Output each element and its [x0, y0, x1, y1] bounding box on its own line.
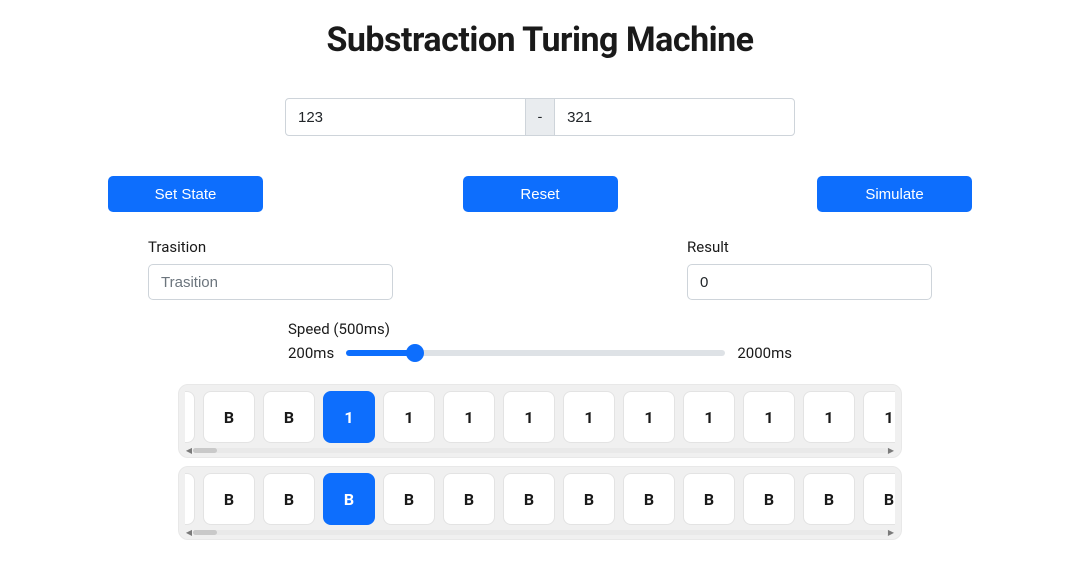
tape-cell: B [263, 473, 315, 525]
tape-cell: 1 [443, 391, 495, 443]
tape-cell: B [323, 473, 375, 525]
speed-label: Speed (500ms) [288, 320, 792, 338]
tape-1: BB1111111111◀▶ [178, 384, 902, 458]
scrollbar-track[interactable] [193, 530, 887, 535]
action-button-row: Set State Reset Simulate [108, 176, 972, 212]
first-operand-input[interactable] [285, 98, 526, 136]
tape-cell: B [203, 473, 255, 525]
transition-label: Trasition [148, 238, 393, 256]
scroll-left-icon[interactable]: ◀ [185, 446, 193, 455]
reset-button[interactable]: Reset [463, 176, 618, 212]
scrollbar-thumb[interactable] [193, 448, 217, 453]
tape-cell: 1 [503, 391, 555, 443]
tape-cell: 1 [743, 391, 795, 443]
tape-cell: B [743, 473, 795, 525]
tape-cell: B [683, 473, 735, 525]
transition-field: Trasition [148, 238, 393, 300]
speed-block: Speed (500ms) 200ms 2000ms [108, 320, 972, 376]
tape-cell-edge [185, 473, 195, 525]
simulate-button[interactable]: Simulate [817, 176, 972, 212]
tape-cell: 1 [383, 391, 435, 443]
speed-max-label: 2000ms [737, 344, 792, 362]
set-state-button[interactable]: Set State [108, 176, 263, 212]
tape-2-cells[interactable]: BBBBBBBBBBBB [185, 473, 895, 525]
tape-cell-edge [185, 391, 195, 443]
scroll-right-icon[interactable]: ▶ [887, 446, 895, 455]
tape-1-cells[interactable]: BB1111111111 [185, 391, 895, 443]
operator-separator: - [526, 98, 554, 136]
tape-cell: 1 [803, 391, 855, 443]
scrollbar-thumb[interactable] [193, 530, 217, 535]
result-input[interactable] [687, 264, 932, 300]
tape-cell: 1 [863, 391, 895, 443]
speed-row: 200ms 2000ms [288, 344, 792, 362]
tape-cell: 1 [623, 391, 675, 443]
operands-row: - [108, 98, 972, 136]
result-field: Result [687, 238, 932, 300]
tape-2: BBBBBBBBBBBB◀▶ [178, 466, 902, 540]
tape-scrollbar[interactable]: ◀▶ [185, 445, 895, 455]
tape-cell: B [563, 473, 615, 525]
tape-cell: B [203, 391, 255, 443]
second-operand-input[interactable] [554, 98, 795, 136]
tape-scrollbar[interactable]: ◀▶ [185, 527, 895, 537]
tape-cell: B [383, 473, 435, 525]
tape-cell: B [443, 473, 495, 525]
tape-cell: B [803, 473, 855, 525]
result-label: Result [687, 238, 932, 256]
tape-cell: B [863, 473, 895, 525]
scroll-right-icon[interactable]: ▶ [887, 528, 895, 537]
tape-cell: B [623, 473, 675, 525]
tape-cell: 1 [683, 391, 735, 443]
scrollbar-track[interactable] [193, 448, 887, 453]
tape-cell: 1 [563, 391, 615, 443]
scroll-left-icon[interactable]: ◀ [185, 528, 193, 537]
operands-input-group: - [285, 98, 795, 136]
tape-cell: B [263, 391, 315, 443]
speed-slider[interactable] [346, 350, 725, 356]
transition-input[interactable] [148, 264, 393, 300]
fields-row: Trasition Result [108, 238, 972, 300]
page-title: Substraction Turing Machine [108, 20, 972, 60]
tape-cell: 1 [323, 391, 375, 443]
speed-min-label: 200ms [288, 344, 334, 362]
tape-cell: B [503, 473, 555, 525]
